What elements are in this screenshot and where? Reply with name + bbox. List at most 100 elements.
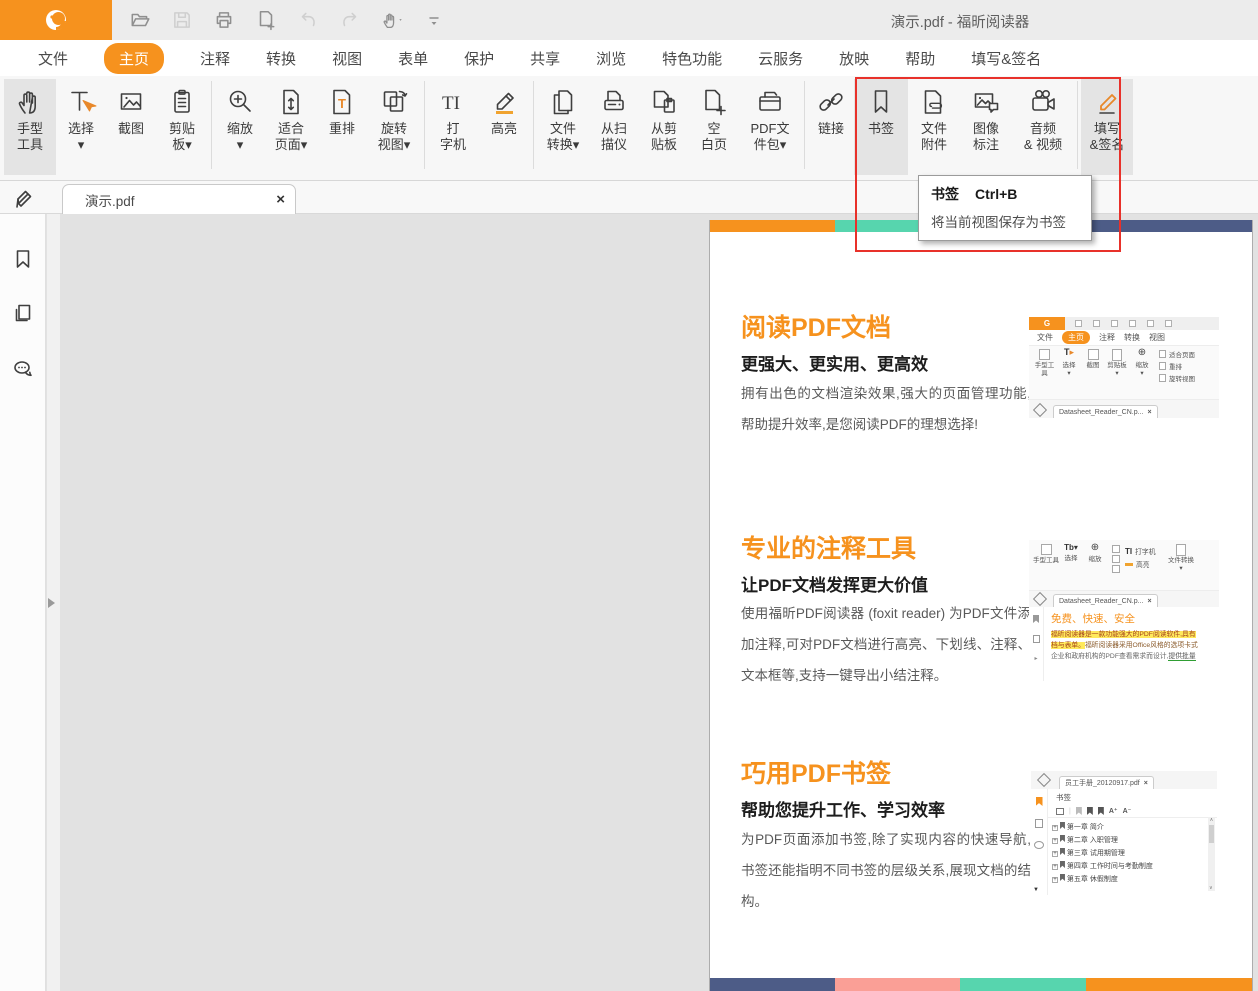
pdf-page: 阅读PDF文档 更强大、更实用、更高效 拥有出色的文档渲染效果,强大的页面管理功… [709, 220, 1253, 991]
reflow-button[interactable]: T 重排 [317, 79, 367, 175]
quick-access-toolbar [128, 8, 446, 32]
tab-form[interactable]: 表单 [398, 48, 428, 69]
redo-icon[interactable] [338, 8, 362, 32]
customize-toolbar-icon[interactable] [422, 8, 446, 32]
new-page-icon[interactable] [254, 8, 278, 32]
print-icon[interactable] [212, 8, 236, 32]
red-highlight-box [855, 77, 1121, 252]
section1-subtitle: 更强大、更实用、更高效 [741, 355, 928, 374]
doc-tab[interactable]: 演示.pdf × [62, 184, 296, 214]
thumbnail-annotation: 手型工具 Tb▾ 选择 ⊕ 缩放 TI 打字机 高亮 文件转换 ▾ Datasheet_… [1029, 540, 1219, 681]
ribbon-separator [804, 81, 805, 169]
from-scanner-button[interactable]: 从扫 描仪 [589, 79, 639, 175]
pencil-icon[interactable] [14, 186, 36, 208]
color-segment [835, 978, 960, 991]
color-segment [710, 220, 835, 232]
highlight-icon [496, 92, 514, 114]
color-segment [1086, 978, 1252, 991]
tab-comment[interactable]: 注释 [200, 48, 230, 69]
rotate-view-button[interactable]: 旋转 视图▾ [367, 79, 421, 175]
svg-text:T: T [338, 96, 346, 111]
blank-page-button[interactable]: 空白页 [689, 79, 739, 175]
sidebar-expand-handle[interactable] [48, 598, 55, 608]
section3-title: 巧用PDF书签 [741, 760, 892, 788]
tab-view[interactable]: 视图 [332, 48, 362, 69]
mini-pencil-icon [1032, 591, 1048, 607]
mini-doc-text: 福昕阅读器是一款功能强大的PDF阅读软件,具有 档与表单。福昕阅读器采用Offi… [1051, 631, 1198, 661]
tab-protect[interactable]: 保护 [464, 48, 494, 69]
tab-file[interactable]: 文件 [38, 48, 68, 69]
snapshot-icon [120, 93, 142, 110]
tab-fill-sign[interactable]: 填写&签名 [971, 48, 1041, 69]
hand-gesture-icon[interactable] [380, 8, 404, 32]
foxit-logo-icon [46, 10, 66, 30]
rotate-view-icon [383, 90, 408, 112]
open-folder-icon[interactable] [128, 8, 152, 32]
mini-pencil-icon [1032, 402, 1048, 418]
pdf-portfolio-button[interactable]: PDF文 件包▾ [739, 79, 801, 175]
file-convert-button[interactable]: 文件 转换▾ [537, 79, 589, 175]
undo-icon[interactable] [296, 8, 320, 32]
tab-home[interactable]: 主页 [104, 42, 165, 74]
close-tab-icon[interactable]: × [276, 191, 285, 208]
zoom-button[interactable]: 缩放 ▾ [215, 79, 265, 175]
mini-sidebar: ▼ [1031, 789, 1048, 895]
mini-doc-heading: 免费、快速、安全 [1051, 613, 1135, 625]
link-button[interactable]: 链接 [808, 79, 854, 175]
select-text-icon [71, 91, 97, 112]
from-clipboard-icon [653, 90, 675, 113]
mini-panel-title: 书签 [1056, 793, 1071, 802]
thumbnail-home-ribbon: G 文件 主页 注释 转换 视图 手型工具 T▸ 选择 ▾ 截图 剪贴板 ▾ ⊕… [1029, 317, 1219, 436]
mini-tools-row: 手型工具 Tb▾ 选择 ⊕ 缩放 TI 打字机 高亮 文件转换 ▾ [1029, 540, 1219, 591]
pages-panel-icon[interactable] [12, 302, 34, 324]
svg-text:TI: TI [442, 93, 460, 114]
foxit-logo[interactable] [0, 0, 112, 40]
section1-body: 拥有出色的文档渲染效果,强大的页面管理功能,帮助提升效率,是您阅读PDF的理想选… [741, 386, 1031, 432]
mini-scrollbar: ∧ ∨ [1208, 817, 1215, 891]
snapshot-button[interactable]: 截图 [106, 79, 156, 175]
mini-qat [1075, 320, 1172, 327]
mini-pencil-icon [1036, 772, 1052, 788]
ribbon-separator [533, 81, 534, 169]
clipboard-button[interactable]: 剪贴 板▾ [156, 79, 208, 175]
highlight-button[interactable]: 高亮 [478, 79, 530, 175]
ribbon-separator [424, 81, 425, 169]
section3-body: 为PDF页面添加书签,除了实现内容的快速导航,书签还能指明不同书签的层级关系,展… [741, 832, 1031, 909]
ribbon-separator [211, 81, 212, 169]
mini-side-tools: 适合页面 重排 旋转视图 [1159, 349, 1195, 399]
reflow-icon: T [333, 89, 351, 115]
tab-help[interactable]: 帮助 [905, 48, 935, 69]
mini-foxit-logo: G [1029, 317, 1065, 330]
mini-sidebar: ▸ [1029, 607, 1044, 681]
section1-title: 阅读PDF文档 [741, 314, 892, 342]
tab-browse[interactable]: 浏览 [596, 48, 626, 69]
tab-share[interactable]: 共享 [530, 48, 560, 69]
tab-slideshow[interactable]: 放映 [839, 48, 869, 69]
fit-page-icon [283, 89, 299, 115]
section2-body: 使用福昕PDF阅读器 (foxit reader) 为PDF文件添加注释,可对P… [741, 606, 1031, 683]
save-icon[interactable] [170, 8, 194, 32]
color-segment [710, 978, 835, 991]
select-tool-button[interactable]: 选择 ▾ [56, 79, 106, 175]
tab-cloud[interactable]: 云服务 [758, 48, 803, 69]
thumbnail-bookmark-panel: 员工手册_20120917.pdf × ▼ 书签 | A⁺ A⁻ + 第一章 简… [1031, 771, 1217, 895]
typewriter-button[interactable]: TI 打字机 [428, 79, 478, 175]
zoom-icon [229, 90, 251, 112]
tab-features[interactable]: 特色功能 [662, 48, 722, 69]
doc-tab-label: 演示.pdf [85, 193, 135, 209]
section3-subtitle: 帮助您提升工作、学习效率 [741, 801, 945, 820]
hand-tool-button[interactable]: 手型 工具 [4, 79, 56, 175]
page-bottom-color-bar [710, 978, 1252, 991]
typewriter-icon: TI [442, 93, 460, 114]
tab-convert[interactable]: 转换 [266, 48, 296, 69]
comments-panel-icon[interactable] [12, 358, 34, 380]
section2-title: 专业的注释工具 [741, 535, 917, 563]
from-clipboard-button[interactable]: 从剪 贴板 [639, 79, 689, 175]
link-icon [819, 93, 843, 111]
color-segment [960, 978, 1086, 991]
mini-panel-toolbar: | A⁺ A⁻ [1048, 805, 1217, 818]
bookmark-panel-icon[interactable] [12, 248, 34, 270]
fit-page-button[interactable]: 适合 页面▾ [265, 79, 317, 175]
document-area: 阅读PDF文档 更强大、更实用、更高效 拥有出色的文档渲染效果,强大的页面管理功… [0, 214, 1258, 991]
mini-bookmark-tree: + 第一章 简介 + 第二章 入职管理 + 第三章 试用期管理 + 第四章 工作… [1052, 822, 1153, 883]
